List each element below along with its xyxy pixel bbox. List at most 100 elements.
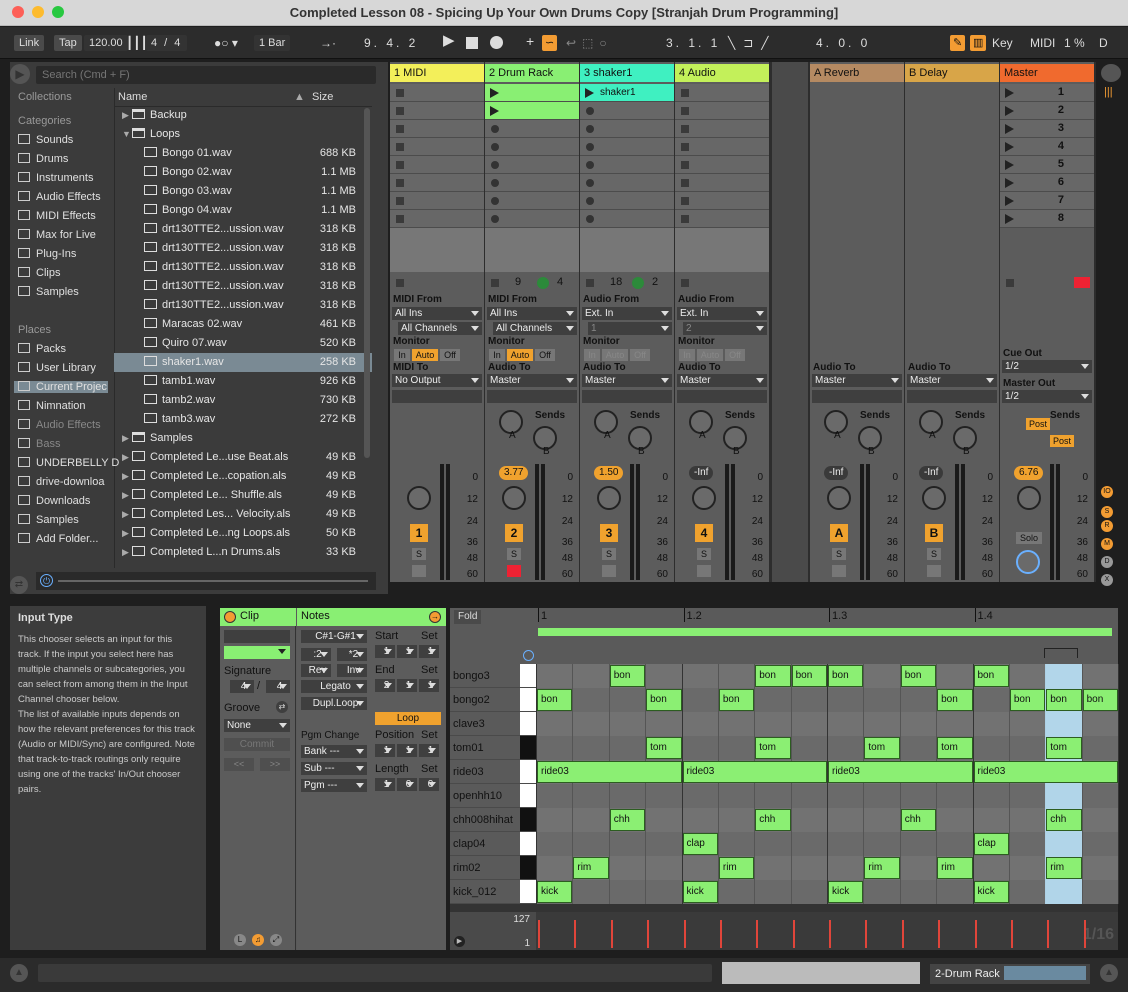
note-range[interactable]: C#1-G#1 (301, 630, 367, 643)
track-activator[interactable]: 4 (695, 524, 713, 542)
scene-launch[interactable]: 5 (1000, 156, 1094, 174)
midi-note[interactable]: ride03 (537, 761, 682, 783)
midi-note[interactable]: clap (682, 833, 718, 855)
midi-note[interactable]: bon (646, 689, 682, 711)
arrangement-position[interactable]: 9. 4. 2 (364, 35, 418, 51)
midi-note[interactable]: bon (791, 665, 827, 687)
monitor-auto-button[interactable]: Auto (602, 349, 628, 361)
clip-slot[interactable] (675, 102, 769, 120)
file-expand-icon[interactable]: ▶ (122, 524, 129, 543)
track-activator[interactable]: B (925, 524, 943, 542)
pan-knob[interactable] (692, 486, 716, 510)
output-type-chooser[interactable]: Master (582, 374, 672, 387)
length-field[interactable]: 0 (397, 778, 417, 791)
clip-activator-icon[interactable] (224, 611, 236, 623)
scene-launch[interactable]: 8 (1000, 210, 1094, 228)
velocity-bar[interactable] (1047, 920, 1050, 948)
clip-slot[interactable] (390, 138, 484, 156)
category-sounds[interactable]: Sounds (18, 134, 73, 146)
velocity-bar[interactable] (538, 920, 540, 948)
midi-note[interactable]: bon (937, 689, 973, 711)
end-field[interactable]: 1 (419, 679, 439, 692)
midi-note[interactable]: tom (1046, 737, 1082, 759)
commit-button[interactable]: Commit (224, 738, 290, 751)
input-type-chooser[interactable]: Ext. In (677, 307, 767, 320)
browser-scrollbar[interactable] (364, 108, 370, 458)
monitor-in-button[interactable]: In (394, 349, 410, 361)
draw-mode-icon[interactable]: ✎ (950, 35, 966, 51)
category-audio-effects[interactable]: Audio Effects (18, 191, 101, 203)
midi-note[interactable]: ride03 (828, 761, 973, 783)
category-midi-effects[interactable]: MIDI Effects (18, 210, 96, 222)
midi-note[interactable]: kick (973, 881, 1009, 903)
start-end-markers[interactable] (1044, 648, 1078, 658)
loop-button[interactable]: Loop (375, 712, 441, 725)
piano-key[interactable] (520, 832, 536, 855)
scene-launch[interactable]: 2 (1000, 102, 1094, 120)
return-header[interactable]: A Reverb (810, 64, 904, 82)
place-packs[interactable]: Packs (18, 343, 66, 355)
clip-slot[interactable] (675, 138, 769, 156)
monitor-off-button[interactable]: Off (725, 349, 745, 361)
file-expand-icon[interactable]: ▶ (122, 448, 129, 467)
monitor-auto-button[interactable]: Auto (412, 349, 438, 361)
file-row[interactable]: Bongo 02.wav 1.1 MB (114, 163, 372, 182)
input-type-chooser[interactable]: All Ins (392, 307, 482, 320)
input-channel-chooser[interactable]: 1 (588, 322, 672, 335)
envelopes-box-icon[interactable]: ⤢ (270, 934, 282, 946)
midi-map-button[interactable]: MIDI (1030, 35, 1055, 51)
input-channel-chooser[interactable]: All Channels (398, 322, 482, 335)
category-samples[interactable]: Samples (18, 286, 79, 298)
place-user-library[interactable]: User Library (18, 362, 96, 374)
stop-all-clips-icon[interactable] (1074, 277, 1090, 288)
file-row[interactable]: drt130TTE2...ussion.wav 318 KB (114, 258, 372, 277)
clip-slot[interactable] (675, 156, 769, 174)
clip-sig-numerator[interactable]: 4 (230, 680, 254, 693)
velocity-lane[interactable]: 1/16 (536, 912, 1118, 950)
file-row[interactable]: ▼ Loops (114, 125, 372, 144)
fold-button[interactable]: Fold (454, 610, 482, 624)
arm-button[interactable] (832, 565, 846, 577)
view-mixer-icon[interactable]: ||| (1104, 86, 1118, 100)
velocity-bar[interactable] (756, 920, 759, 948)
clip-slot[interactable] (390, 156, 484, 174)
clip-slot[interactable] (390, 102, 484, 120)
clip-slot[interactable] (580, 102, 674, 120)
play-button[interactable]: ▶ (443, 33, 458, 49)
clip-slot[interactable] (390, 84, 484, 102)
time-signature[interactable]: 4 / 4 (146, 35, 188, 51)
sub-field[interactable]: Sub --- (301, 762, 367, 775)
velocity-bar[interactable] (683, 920, 686, 948)
file-row[interactable]: ▶ Backup (114, 106, 372, 125)
scene-launch[interactable]: 6 (1000, 174, 1094, 192)
velocity-bar[interactable] (1010, 920, 1013, 948)
start-field[interactable]: 1 (419, 645, 439, 658)
clip-slot[interactable] (390, 192, 484, 210)
midi-note[interactable]: kick (828, 881, 864, 903)
clip-color-chooser[interactable] (224, 646, 290, 659)
tempo-field[interactable]: 120.00 (84, 35, 128, 51)
piano-key[interactable] (520, 808, 536, 831)
monitor-auto-button[interactable]: Auto (507, 349, 533, 361)
piano-key[interactable] (520, 688, 536, 711)
midi-note[interactable]: bon (718, 689, 755, 711)
output-type-chooser[interactable]: Master (812, 374, 902, 387)
clip-slot[interactable] (580, 156, 674, 174)
output-type-chooser[interactable]: Master (677, 374, 767, 387)
scene-launch[interactable]: 3 (1000, 120, 1094, 138)
output-type-chooser[interactable]: No Output (392, 374, 482, 387)
clip-slot[interactable] (390, 174, 484, 192)
category-drums[interactable]: Drums (18, 153, 68, 165)
start-set-button[interactable]: Set (421, 630, 438, 642)
midi-note[interactable]: chh (609, 809, 646, 831)
midi-note[interactable]: tom (755, 737, 791, 759)
quantize-menu[interactable]: 1 Bar (254, 35, 291, 51)
size-column-header[interactable]: Size (312, 91, 333, 103)
bank-field[interactable]: Bank --- (301, 745, 367, 758)
midi-note[interactable]: bon (900, 665, 937, 687)
launch-box-icon[interactable]: L (234, 934, 246, 946)
velocity-bar[interactable] (938, 920, 941, 948)
clip-slot[interactable] (485, 174, 579, 192)
file-row[interactable]: Bongo 04.wav 1.1 MB (114, 201, 372, 220)
position-field[interactable]: 1 (397, 744, 417, 757)
